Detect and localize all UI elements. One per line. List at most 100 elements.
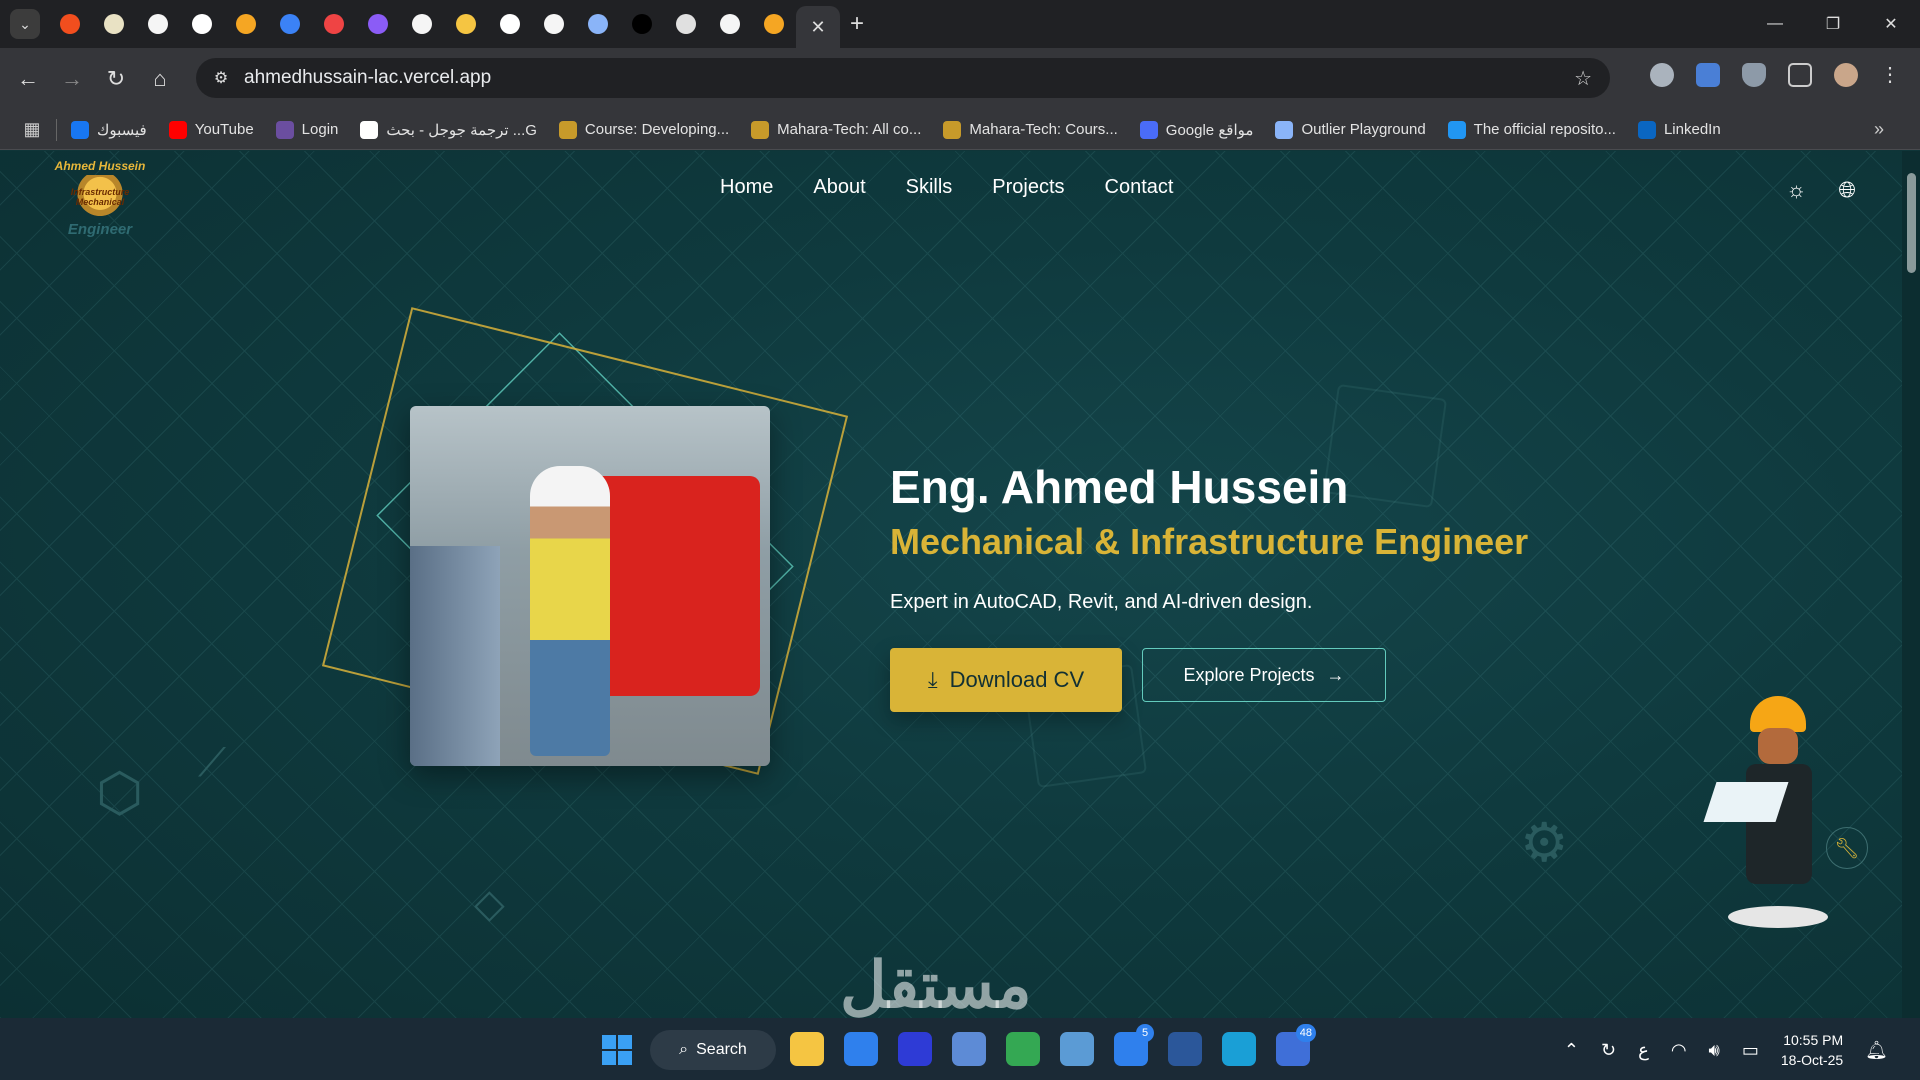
nav-projects[interactable]: Projects	[992, 176, 1064, 199]
browser-tab[interactable]	[532, 5, 576, 43]
sun-icon[interactable]: ☼	[1786, 177, 1806, 203]
blueprint	[1703, 782, 1789, 822]
browser-tab[interactable]	[752, 5, 796, 43]
chevron-up-icon[interactable]: ⌃	[1564, 1040, 1579, 1061]
tab-favicon-icon	[764, 14, 784, 34]
browser-tab[interactable]	[48, 5, 92, 43]
wifi-icon[interactable]: ◠	[1671, 1040, 1687, 1061]
forward-button[interactable]: →	[50, 59, 94, 99]
omnibox[interactable]: ⚙ ahmedhussain-lac.vercel.app ☆	[196, 58, 1610, 98]
url-text[interactable]: ahmedhussain-lac.vercel.app	[244, 67, 491, 89]
browser-tab[interactable]	[268, 5, 312, 43]
todo-icon[interactable]: 5	[1114, 1024, 1154, 1066]
chevron-down-icon: ⌄	[19, 15, 31, 32]
taskbar-search[interactable]: ⌕ Search	[650, 1030, 776, 1070]
notification-bell-icon[interactable]: 🔔︎	[1865, 1040, 1888, 1061]
home-button[interactable]: ⌂	[138, 59, 182, 99]
browser-tab[interactable]	[488, 5, 532, 43]
bookmark-item[interactable]: Course: Developing...	[558, 120, 729, 139]
bookmark-item[interactable]: LinkedIn	[1637, 120, 1721, 139]
bookmark-star-icon[interactable]: ☆	[1574, 66, 1592, 91]
puzzle-icon[interactable]	[1788, 62, 1812, 87]
more-menu-icon[interactable]: ⋮	[1880, 62, 1900, 87]
more-bookmarks-icon[interactable]: »	[1874, 119, 1884, 140]
browser-tab[interactable]	[180, 5, 224, 43]
wrench-outline-icon: ⟋	[198, 741, 226, 785]
window-controls: — ❐ ✕	[1746, 0, 1920, 48]
logo-name: Ahmed Hussein	[54, 159, 146, 173]
browser-tab[interactable]	[444, 5, 488, 43]
windows-start-icon[interactable]	[602, 1035, 632, 1065]
shield-icon[interactable]	[1742, 62, 1766, 87]
explore-projects-button[interactable]: Explore Projects →	[1142, 648, 1386, 702]
browser-tab[interactable]	[620, 5, 664, 43]
profile-avatar[interactable]	[1834, 62, 1858, 87]
bookmark-label: ترجمة جوجل - بحث ...G	[386, 121, 537, 139]
app-4-icon[interactable]	[952, 1032, 986, 1066]
file-explorer-icon[interactable]	[790, 1032, 824, 1066]
wrench-icon[interactable]: 🔧︎	[1826, 827, 1868, 869]
bookmark-item[interactable]: Outlier Playground	[1275, 120, 1426, 139]
back-button[interactable]: ←	[6, 59, 50, 99]
browser-tab[interactable]	[356, 5, 400, 43]
browser-tab[interactable]	[400, 5, 444, 43]
word-icon[interactable]	[1168, 1032, 1202, 1066]
browser-tab[interactable]	[136, 5, 180, 43]
arrow-right-icon: →	[61, 66, 83, 91]
battery-icon[interactable]: ▭	[1742, 1040, 1759, 1061]
vscode-icon[interactable]	[844, 1032, 878, 1066]
bookmark-item[interactable]: Mahara-Tech: All co...	[751, 120, 922, 139]
bookmark-item[interactable]: Login	[275, 120, 338, 139]
chrome-icon[interactable]	[1006, 1032, 1040, 1066]
translate-icon[interactable]	[1696, 62, 1720, 87]
extension-icon[interactable]	[1650, 62, 1674, 87]
clock[interactable]: 10:55 PM 18-Oct-25	[1781, 1030, 1843, 1070]
bookmarks-bar: ▦ فيسبوك YouTube Login ترجمة جوجل - بحث ...…	[0, 110, 1920, 150]
bookmark-item[interactable]: YouTube	[168, 120, 254, 139]
site-logo[interactable]: Ahmed Hussein Infrastructure Mechanical …	[50, 159, 150, 249]
nav-skills[interactable]: Skills	[906, 176, 953, 199]
restore-button[interactable]: ❐	[1804, 0, 1862, 48]
browser-tab[interactable]	[708, 5, 752, 43]
reload-button[interactable]: ↻	[94, 59, 138, 99]
illustration-base	[1728, 906, 1828, 928]
nav-contact[interactable]: Contact	[1105, 176, 1174, 199]
nav-about[interactable]: About	[813, 176, 865, 199]
bookmark-item[interactable]: Google مواقع	[1139, 120, 1253, 139]
input-language[interactable]: ع	[1638, 1040, 1649, 1061]
close-icon[interactable]: ✕	[810, 17, 825, 38]
globe-icon[interactable]: 🌐︎	[1838, 177, 1856, 203]
volume-icon[interactable]: 🔊︎	[1709, 1040, 1720, 1061]
site-info-icon[interactable]: ⚙	[204, 68, 238, 88]
browser-tab[interactable]	[312, 5, 356, 43]
hard-hat	[1750, 696, 1806, 732]
bookmark-item[interactable]: Mahara-Tech: Cours...	[943, 120, 1118, 139]
header-actions: ☼ 🌐︎	[1786, 177, 1856, 203]
clock-date: 18-Oct-25	[1780, 1052, 1844, 1068]
visual-studio-icon[interactable]	[898, 1032, 932, 1066]
active-tab[interactable]: ✕	[796, 6, 840, 48]
minimize-button[interactable]: —	[1746, 0, 1804, 48]
reload-icon: ↻	[106, 66, 126, 91]
browser-tab[interactable]	[664, 5, 708, 43]
bookmark-item[interactable]: فيسبوك	[71, 120, 147, 139]
tab-search-button[interactable]: ⌄	[10, 9, 40, 39]
app-6-icon[interactable]	[1060, 1032, 1094, 1066]
bookmark-item[interactable]: ترجمة جوجل - بحث ...G	[360, 120, 537, 139]
edge-icon[interactable]	[1222, 1032, 1256, 1066]
nav-home[interactable]: Home	[720, 176, 773, 199]
browser-tab[interactable]	[92, 5, 136, 43]
browser-tab[interactable]	[224, 5, 268, 43]
apps-grid-icon[interactable]: ▦	[22, 119, 42, 140]
close-window-button[interactable]: ✕	[1862, 0, 1920, 48]
bookmark-item[interactable]: The official reposito...	[1447, 120, 1616, 139]
new-tab-button[interactable]: +	[850, 10, 864, 38]
page-scrollbar[interactable]	[1902, 151, 1920, 1018]
bookmark-label: Mahara-Tech: All co...	[777, 121, 922, 138]
bookmark-favicon-icon	[1637, 120, 1656, 139]
sync-icon[interactable]: ↻	[1601, 1040, 1616, 1061]
scroll-thumb[interactable]	[1907, 173, 1916, 273]
browser-tab[interactable]	[576, 5, 620, 43]
teams-icon[interactable]: 48	[1276, 1024, 1316, 1066]
download-cv-button[interactable]: ⤓ Download CV	[890, 648, 1122, 712]
